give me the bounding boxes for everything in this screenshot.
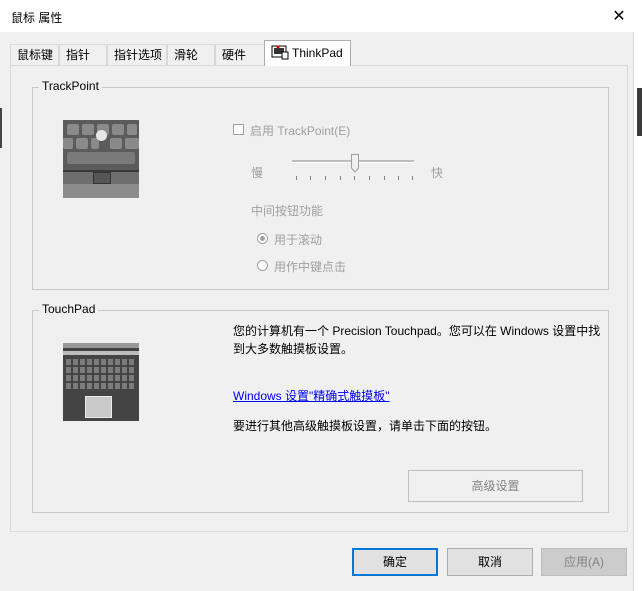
close-button[interactable]: ✕ [596,0,642,32]
tab-label: 指针选项 [114,48,163,62]
cancel-label: 取消 [477,555,502,569]
speed-slow-label: 慢 [251,166,264,180]
cancel-button[interactable]: 取消 [447,548,533,576]
tab-pointers[interactable]: 指针 [59,44,107,65]
tab-mouse-buttons[interactable]: 鼠标键 [10,44,59,65]
background-window-edge-right [633,32,642,591]
apply-button[interactable]: 应用(A) [541,548,627,576]
middle-button-label: 中间按钮功能 [251,204,324,218]
advanced-hint-text: 要进行其他高级触摸板设置，请单击下面的按钮。 [233,419,498,433]
trackpoint-group-title: TrackPoint [39,79,102,93]
apply-label: 应用(A) [564,555,604,569]
tab-label: 滑轮 [174,48,199,62]
scroll-radio[interactable] [257,233,268,244]
enable-trackpoint-label: 启用 TrackPoint(E) [250,124,351,138]
background-window-edge [0,108,2,148]
thinkpad-mouse-icon [271,44,289,60]
tab-pointer-options[interactable]: 指针选项 [107,44,167,65]
advanced-settings-button[interactable]: 高级设置 [408,470,583,502]
tab-thinkpad[interactable]: ThinkPad [264,40,351,66]
windows-settings-link[interactable]: Windows 设置"精确式触摸板" [233,387,390,404]
middle-click-option-label: 用作中键点击 [274,260,347,274]
window-title: 鼠标 属性 [11,11,63,25]
tab-hardware[interactable]: 硬件 [215,44,265,65]
advanced-settings-label: 高级设置 [471,479,520,493]
touchpad-description: 您的计算机有一个 Precision Touchpad。您可以在 Windows… [233,324,601,356]
tab-label: ThinkPad [292,46,343,60]
middle-click-radio[interactable] [257,260,268,271]
touchpad-group-title: TouchPad [39,302,99,316]
trackpoint-image [63,120,139,198]
ok-label: 确定 [382,555,407,569]
tab-label: 鼠标键 [17,48,54,62]
touchpad-image [63,343,139,421]
tab-label: 硬件 [222,48,247,62]
enable-trackpoint-checkbox[interactable] [233,124,244,135]
scroll-option-label: 用于滚动 [274,233,323,247]
title-bar: 鼠标 属性 ✕ [0,0,642,32]
speed-fast-label: 快 [431,166,444,180]
ok-button[interactable]: 确定 [352,548,438,576]
tab-label: 指针 [66,48,91,62]
speed-slider-thumb[interactable] [351,154,359,173]
close-icon: ✕ [612,8,626,25]
tab-wheel[interactable]: 滑轮 [167,44,215,65]
